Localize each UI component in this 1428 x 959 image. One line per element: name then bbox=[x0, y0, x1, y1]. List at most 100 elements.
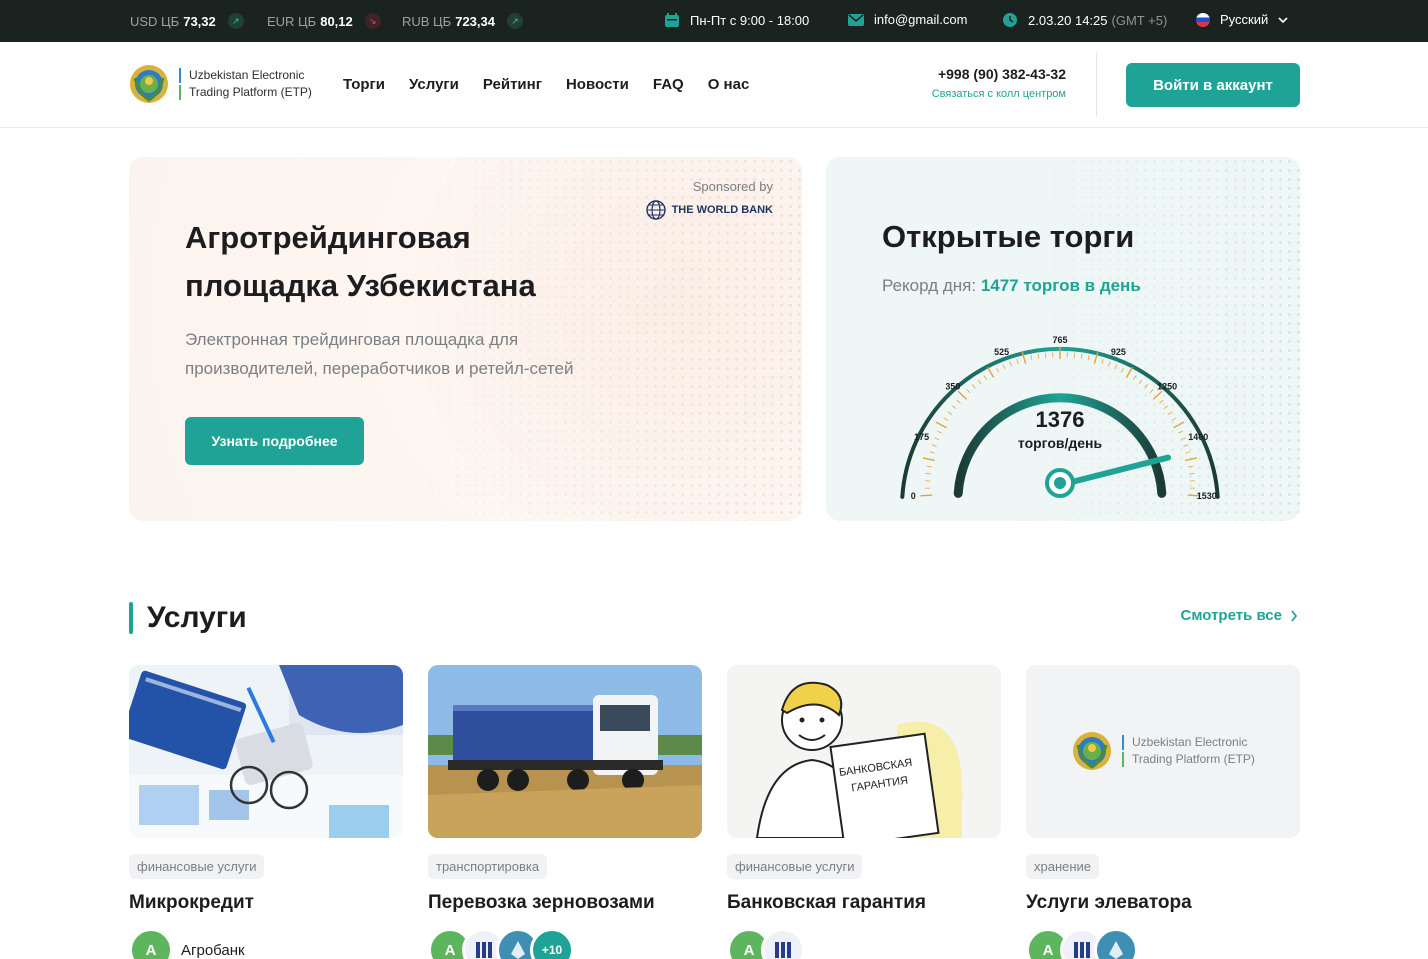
gauge-tick bbox=[1180, 437, 1186, 441]
gauge-tick bbox=[1087, 355, 1090, 361]
gauge-tick bbox=[966, 389, 971, 394]
chevron-right-icon[interactable] bbox=[1290, 609, 1298, 622]
logo-line1: Uzbekistan Electronic bbox=[1132, 735, 1248, 749]
call-center-link[interactable]: Связаться с колл центром bbox=[932, 88, 1066, 100]
gauge-tick bbox=[1152, 390, 1163, 400]
gauge-tick bbox=[1002, 364, 1006, 370]
service-tag[interactable]: финансовые услуги bbox=[727, 854, 863, 879]
date-time: 2.03.20 14:25 (GMT +5) bbox=[1002, 12, 1167, 28]
nav-item-auctions[interactable]: Торги bbox=[343, 76, 385, 93]
currency-label: USD ЦБ bbox=[130, 13, 180, 29]
header-divider bbox=[1096, 53, 1097, 117]
service-card-bank-guarantee[interactable]: БАНКОВСКАЯ ГАРАНТИЯ финансовые услуги Ба… bbox=[727, 665, 1001, 959]
hero-desc-line1: Электронная трейдинговая площадка для bbox=[185, 330, 519, 349]
gauge-tick bbox=[1037, 353, 1040, 359]
currency-label: EUR ЦБ bbox=[267, 13, 317, 29]
gauge-tick bbox=[1159, 399, 1164, 404]
service-title[interactable]: Услуги элеватора bbox=[1026, 892, 1300, 914]
gauge-tick bbox=[1149, 389, 1154, 394]
nav-item-rating[interactable]: Рейтинг bbox=[483, 76, 542, 93]
nav-item-news[interactable]: Новости bbox=[566, 76, 629, 93]
service-title[interactable]: Банковская гарантия bbox=[727, 892, 1001, 914]
contact-email[interactable]: info@gmail.com bbox=[848, 12, 967, 27]
gauge-tick bbox=[1171, 417, 1177, 421]
gauge-value: 1376 bbox=[1036, 407, 1085, 432]
drop-logo-avatar[interactable] bbox=[1094, 928, 1138, 959]
learn-more-button[interactable]: Узнать подробнее bbox=[185, 417, 364, 465]
currency-value: 73,32 bbox=[183, 13, 216, 29]
providers: A +10 bbox=[428, 928, 702, 959]
currency-eur: EUR ЦБ 80,12 ↘ bbox=[267, 13, 381, 29]
hero-description: Электронная трейдинговая площадка для пр… bbox=[185, 325, 645, 383]
gauge-tick bbox=[983, 375, 988, 380]
email-text[interactable]: info@gmail.com bbox=[874, 12, 967, 27]
chevron-down-icon[interactable] bbox=[1278, 15, 1288, 25]
gauge-tick bbox=[931, 444, 937, 447]
gauge-tick bbox=[922, 457, 935, 462]
daily-record: Рекорд дня: 1477 торгов в день bbox=[882, 276, 1141, 296]
language-selector[interactable]: Русский bbox=[1196, 12, 1288, 27]
sponsor-block: Sponsored by THE WORLD BANK bbox=[645, 179, 773, 220]
providers: A Агробанк bbox=[129, 928, 403, 959]
gauge-tick bbox=[957, 390, 968, 400]
bank-pillars-avatar[interactable] bbox=[761, 928, 805, 959]
service-title[interactable]: Перевозка зерновозами bbox=[428, 892, 702, 914]
gauge-tick bbox=[1189, 473, 1195, 475]
logo-accent-bars bbox=[1122, 735, 1124, 767]
nav-item-about[interactable]: О нас bbox=[708, 76, 750, 93]
service-card-grain-transport[interactable]: транспортировка Перевозка зерновозами A … bbox=[428, 665, 702, 959]
gauge-tick bbox=[1178, 430, 1184, 434]
currency-value: 80,12 bbox=[320, 13, 353, 29]
gauge-tick-label: 525 bbox=[994, 347, 1009, 357]
service-card-elevator[interactable]: Uzbekistan Electronic Trading Platform (… bbox=[1026, 665, 1300, 959]
more-providers-badge[interactable]: +10 bbox=[530, 928, 574, 959]
gauge-tick-label: 175 bbox=[914, 432, 929, 442]
gauge-hub-center bbox=[1054, 477, 1066, 489]
gauge-tick-label: 925 bbox=[1111, 347, 1126, 357]
gauge-tick bbox=[934, 437, 940, 441]
service-title[interactable]: Микрокредит bbox=[129, 892, 403, 914]
main-nav: Торги Услуги Рейтинг Новости FAQ О нас bbox=[343, 76, 749, 93]
provider-name[interactable]: Агробанк bbox=[181, 942, 245, 959]
gauge-tick bbox=[1167, 411, 1173, 415]
phone-number[interactable]: +998 (90) 382-43-32 bbox=[932, 66, 1066, 82]
providers: A bbox=[1026, 928, 1300, 959]
site-logo[interactable]: Uzbekistan Electronic Trading Platform (… bbox=[129, 64, 312, 104]
logo-line2: Trading Platform (ETP) bbox=[189, 85, 312, 99]
record-value: 1477 торгов в день bbox=[980, 276, 1141, 295]
service-tag[interactable]: хранение bbox=[1026, 854, 1100, 879]
nav-item-faq[interactable]: FAQ bbox=[653, 76, 684, 93]
gauge-tick-label: 1530 bbox=[1197, 491, 1217, 501]
gauge-tick bbox=[1080, 353, 1083, 359]
gauge-tick bbox=[929, 451, 935, 454]
gauge-tick bbox=[1016, 359, 1019, 365]
language-label[interactable]: Русский bbox=[1220, 12, 1268, 27]
sponsor-name: THE WORLD BANK bbox=[671, 204, 773, 216]
datetime-text: 2.03.20 14:25 bbox=[1028, 12, 1108, 28]
gauge-tick-label: 1400 bbox=[1188, 432, 1208, 442]
logo-text: Uzbekistan Electronic Trading Platform (… bbox=[189, 67, 312, 101]
hero-title: Агротрейдинговая площадка Узбекистана bbox=[185, 214, 536, 310]
service-tag[interactable]: транспортировка bbox=[428, 854, 548, 879]
services-heading: Услуги bbox=[129, 601, 247, 635]
see-all-label[interactable]: Смотреть все bbox=[1181, 607, 1282, 624]
service-card-microcredit[interactable]: финансовые услуги Микрокредит A Агробанк bbox=[129, 665, 403, 959]
gauge-tick-label: 1250 bbox=[1157, 381, 1177, 391]
agrobank-avatar[interactable]: A bbox=[129, 928, 173, 959]
login-button[interactable]: Войти в аккаунт bbox=[1126, 63, 1300, 107]
gauge-tick bbox=[947, 411, 953, 415]
see-all-link[interactable]: Смотреть все bbox=[1181, 607, 1298, 624]
timezone-text: (GMT +5) bbox=[1111, 12, 1168, 28]
gauge-tick bbox=[986, 366, 995, 378]
mail-icon bbox=[848, 13, 864, 26]
hero-desc-line2: производителей, переработчиков и ретейл-… bbox=[185, 359, 574, 378]
hero-banner: Sponsored by THE WORLD BANK Агротрейдинг… bbox=[129, 157, 802, 521]
service-tag[interactable]: финансовые услуги bbox=[129, 854, 265, 879]
gauge-tick bbox=[1132, 375, 1137, 380]
trend-up-icon: ↗ bbox=[227, 13, 244, 29]
uzbekistan-emblem-icon bbox=[129, 64, 169, 104]
nav-item-services[interactable]: Услуги bbox=[409, 76, 459, 93]
world-bank-logo[interactable]: THE WORLD BANK bbox=[645, 200, 773, 220]
gauge-tick bbox=[1163, 405, 1169, 410]
finance-desk-image bbox=[129, 665, 403, 838]
